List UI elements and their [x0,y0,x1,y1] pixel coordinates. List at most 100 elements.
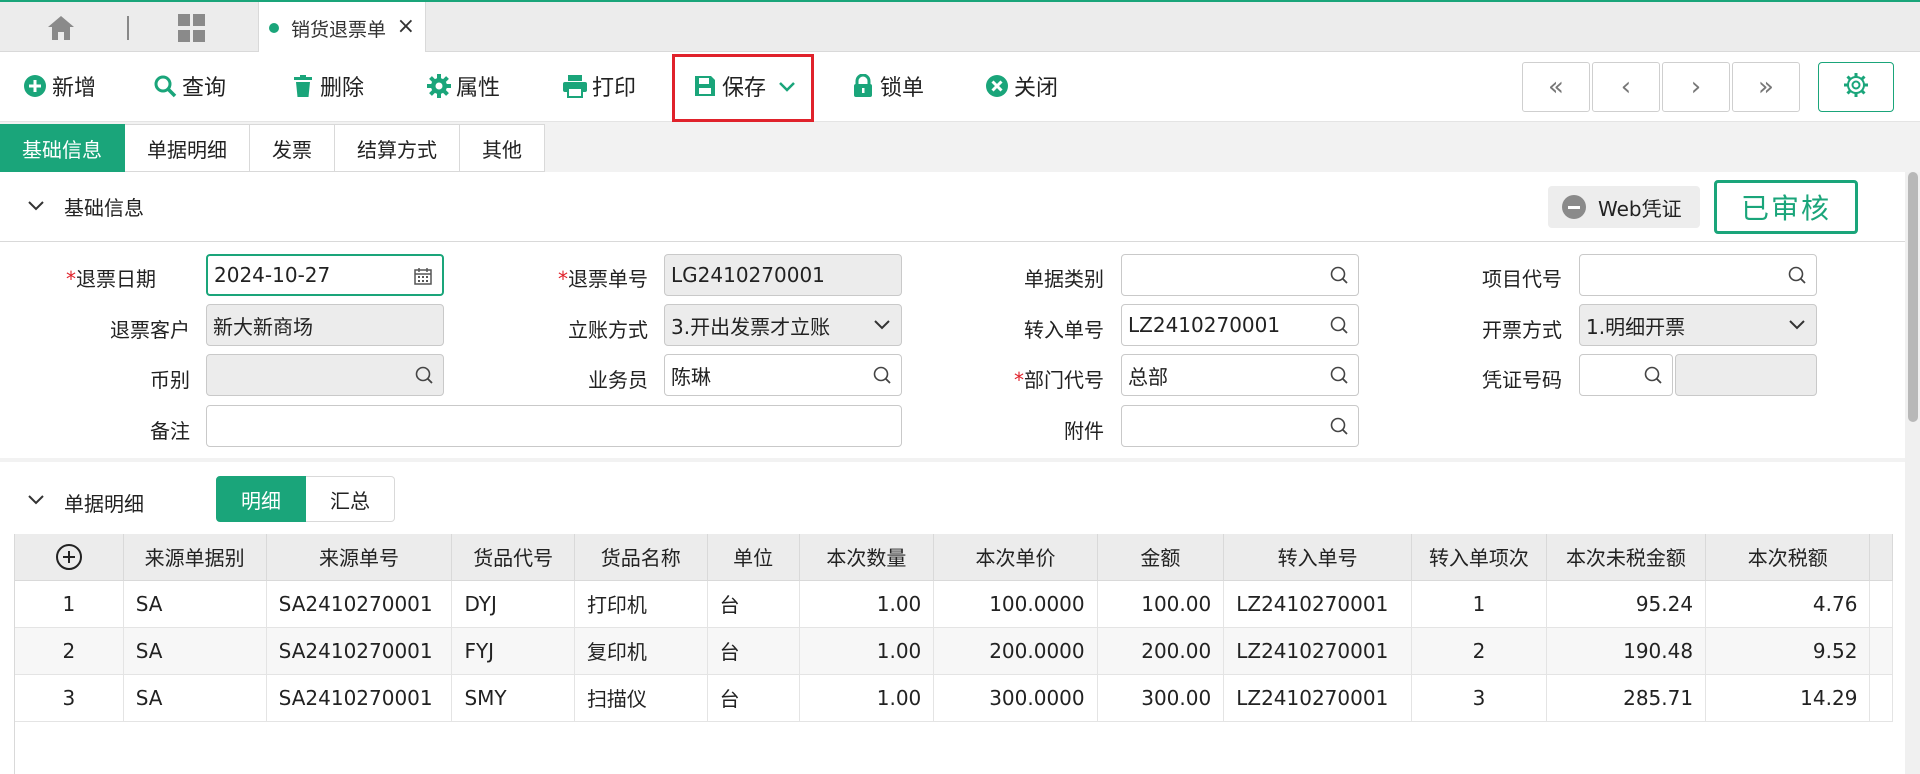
column-header[interactable]: 本次未税金额 [1546,534,1707,581]
voucher-type-field[interactable] [1579,354,1673,396]
next-record-button[interactable]: › [1662,62,1730,112]
column-header[interactable]: 单位 [707,534,800,581]
first-record-button[interactable]: « [1522,62,1590,112]
close-button[interactable]: 关闭 [984,66,1058,106]
column-header[interactable]: 来源单号 [266,534,453,581]
cell-amount[interactable]: 300.00 [1097,674,1225,722]
cell-transfer-seq[interactable]: 2 [1411,627,1547,675]
properties-button[interactable]: 属性 [426,66,500,106]
search-icon[interactable] [1328,314,1350,336]
print-button[interactable]: 打印 [562,66,636,106]
search-icon[interactable] [1328,415,1350,437]
cell-price[interactable]: 100.0000 [933,580,1098,628]
tab-basic-info[interactable]: 基础信息 [0,124,125,172]
search-icon[interactable] [1328,264,1350,286]
column-header[interactable]: 本次数量 [799,534,935,581]
cell-net[interactable]: 95.24 [1546,580,1707,628]
column-header[interactable]: 货品代号 [451,534,575,581]
dept-field[interactable]: 总部 [1121,354,1359,396]
table-row[interactable]: 1 SA SA2410270001 DYJ 打印机 台 1.00 100.000… [15,580,1893,628]
tab-invoice[interactable]: 发票 [250,124,335,172]
add-circle-icon[interactable] [55,543,82,570]
cell-transfer-seq[interactable]: 3 [1411,674,1547,722]
cell-src-no[interactable]: SA2410270001 [266,580,453,628]
cell-transfer-no[interactable]: LZ2410270001 [1223,674,1413,722]
cell-src-type[interactable]: SA [123,627,267,675]
attach-field[interactable] [1121,405,1359,447]
cell-price[interactable]: 300.0000 [933,674,1098,722]
invoice-mode-select[interactable]: 1.明细开票 [1579,304,1817,346]
cell-name[interactable]: 打印机 [574,580,708,628]
cell-net[interactable]: 190.48 [1546,627,1707,675]
collapse-chevron-icon[interactable] [26,196,46,216]
return-no-field[interactable]: LG2410270001 [664,254,902,296]
cell-unit[interactable]: 台 [707,627,800,675]
cell-amount[interactable]: 100.00 [1097,580,1225,628]
column-header[interactable]: 本次税额 [1705,534,1871,581]
cell-src-type[interactable]: SA [123,580,267,628]
view-summary-button[interactable]: 汇总 [306,476,395,522]
save-button[interactable]: 保存 [692,66,796,106]
cell-net[interactable]: 285.71 [1546,674,1707,722]
table-row[interactable]: 3 SA SA2410270001 SMY 扫描仪 台 1.00 300.000… [15,674,1893,722]
cell-unit[interactable]: 台 [707,580,800,628]
apps-grid-icon[interactable] [178,14,206,42]
collapse-chevron-icon[interactable] [26,490,46,510]
home-icon[interactable] [46,14,76,42]
last-record-button[interactable]: » [1732,62,1800,112]
search-icon[interactable] [413,364,435,386]
cell-transfer-no[interactable]: LZ2410270001 [1223,580,1413,628]
lock-button[interactable]: 锁单 [850,66,924,106]
cell-name[interactable]: 扫描仪 [574,674,708,722]
customer-field[interactable]: 新大新商场 [206,304,444,346]
cell-tax[interactable]: 4.76 [1705,580,1871,628]
cell-amount[interactable]: 200.00 [1097,627,1225,675]
query-button[interactable]: 查询 [152,66,226,106]
column-header[interactable]: 转入单号 [1223,534,1413,581]
calendar-icon[interactable] [412,265,434,287]
project-field[interactable] [1579,254,1817,296]
column-header[interactable]: 转入单项次 [1411,534,1547,581]
cell-transfer-seq[interactable]: 1 [1411,580,1547,628]
cell-src-type[interactable]: SA [123,674,267,722]
chevron-down-icon[interactable] [778,74,796,99]
account-mode-select[interactable]: 3.开出发票才立账 [664,304,902,346]
currency-field[interactable] [206,354,444,396]
cell-qty[interactable]: 1.00 [799,674,935,722]
salesman-field[interactable]: 陈琳 [664,354,902,396]
column-header[interactable]: 来源单据别 [123,534,267,581]
doc-type-field[interactable] [1121,254,1359,296]
table-row[interactable]: 2 SA SA2410270001 FYJ 复印机 台 1.00 200.000… [15,627,1893,675]
web-voucher-button[interactable]: Web凭证 [1548,186,1700,228]
return-date-field[interactable]: 2024-10-27 [206,254,444,296]
new-button[interactable]: 新增 [22,66,96,106]
vertical-scrollbar[interactable] [1905,172,1920,774]
view-detail-button[interactable]: 明细 [216,476,306,522]
cell-src-no[interactable]: SA2410270001 [266,674,453,722]
cell-code[interactable]: SMY [451,674,575,722]
search-icon[interactable] [871,364,893,386]
column-header[interactable]: 本次单价 [933,534,1098,581]
search-icon[interactable] [1642,364,1664,386]
cell-qty[interactable]: 1.00 [799,580,935,628]
cell-tax[interactable]: 9.52 [1705,627,1871,675]
settings-button[interactable] [1818,62,1894,112]
transfer-no-field[interactable]: LZ2410270001 [1121,304,1359,346]
scrollbar-thumb[interactable] [1908,172,1918,422]
voucher-number-field[interactable] [1675,354,1817,396]
chevron-down-icon[interactable] [1786,314,1808,336]
cell-src-no[interactable]: SA2410270001 [266,627,453,675]
close-icon[interactable]: × [397,15,415,39]
cell-name[interactable]: 复印机 [574,627,708,675]
tab-other[interactable]: 其他 [460,124,545,172]
cell-price[interactable]: 200.0000 [933,627,1098,675]
tab-settlement[interactable]: 结算方式 [335,124,460,172]
search-icon[interactable] [1328,364,1350,386]
cell-code[interactable]: DYJ [451,580,575,628]
column-header[interactable]: 金额 [1097,534,1225,581]
cell-qty[interactable]: 1.00 [799,627,935,675]
cell-unit[interactable]: 台 [707,674,800,722]
cell-code[interactable]: FYJ [451,627,575,675]
search-icon[interactable] [1786,264,1808,286]
column-header[interactable]: 货品名称 [574,534,708,581]
